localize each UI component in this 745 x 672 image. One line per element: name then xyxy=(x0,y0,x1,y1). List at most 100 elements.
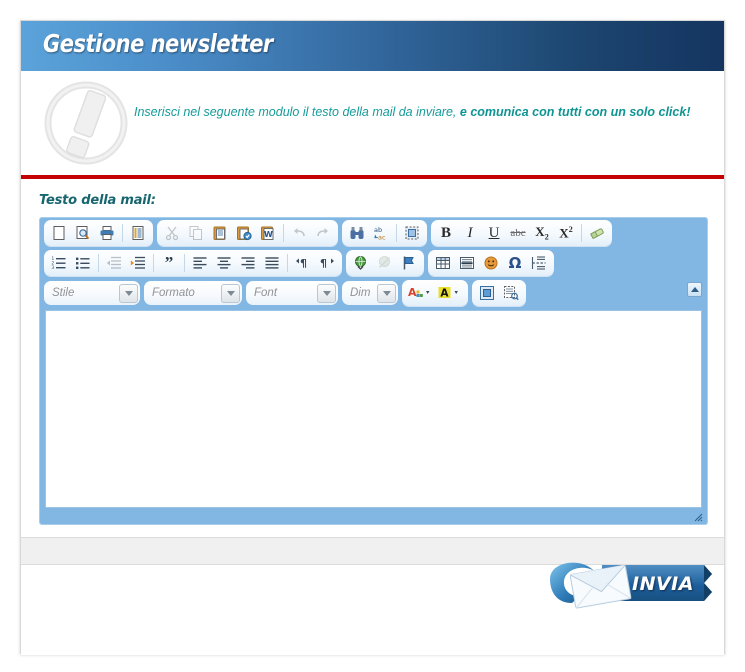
replace-button[interactable]: ab ac xyxy=(369,222,393,244)
show-blocks-icon xyxy=(504,286,519,301)
subscript-button[interactable]: X2 xyxy=(530,222,554,244)
text-direction-ltr-icon: ¶ xyxy=(296,257,307,270)
toolbar-group-tools xyxy=(472,280,526,306)
indent-button[interactable] xyxy=(126,252,150,274)
italic-icon: I xyxy=(467,224,473,241)
italic-button[interactable]: I xyxy=(458,222,482,244)
editor-footer xyxy=(40,508,707,524)
anchor-button[interactable] xyxy=(397,252,421,274)
blockquote-button[interactable]: ” xyxy=(157,252,181,274)
paste-text-icon xyxy=(237,226,252,241)
undo-arrow-icon xyxy=(294,228,305,237)
flag-anchor-icon xyxy=(403,256,414,270)
table-button[interactable] xyxy=(431,252,455,274)
chevron-down-icon xyxy=(221,283,240,303)
text-direction-rtl-icon: ¶ xyxy=(320,257,334,270)
align-left-button[interactable] xyxy=(188,252,212,274)
chevron-down-icon xyxy=(317,283,336,303)
paste-button[interactable] xyxy=(208,222,232,244)
show-blocks-button[interactable] xyxy=(499,282,523,304)
page-title: Gestione newsletter xyxy=(43,29,273,58)
paste-word-button[interactable]: W xyxy=(256,222,280,244)
toolbar-group-document xyxy=(44,220,153,246)
justify-button[interactable] xyxy=(260,252,284,274)
strike-button[interactable]: abc xyxy=(506,222,530,244)
paste-word-icon: W xyxy=(261,226,274,240)
copy-icon xyxy=(189,226,202,240)
text-color-button[interactable]: A xyxy=(405,282,435,304)
align-right-button[interactable] xyxy=(236,252,260,274)
rtl-button[interactable]: ¶ xyxy=(315,252,339,274)
toolbar-group-insert: Ω xyxy=(428,250,554,276)
underline-button[interactable]: U xyxy=(482,222,506,244)
select-all-icon xyxy=(405,226,419,240)
maximize-icon xyxy=(480,286,494,300)
bulleted-list-icon xyxy=(76,257,90,269)
toolbar-group-editing: ab ac xyxy=(342,220,427,246)
smiley-button[interactable] xyxy=(479,252,503,274)
special-char-button[interactable]: Ω xyxy=(503,252,527,274)
ltr-button[interactable]: ¶ xyxy=(291,252,315,274)
scissors-icon xyxy=(165,226,179,241)
separator xyxy=(184,254,185,272)
templates-button[interactable] xyxy=(126,222,150,244)
style-select-label: Stile xyxy=(52,287,75,299)
decrease-indent-icon xyxy=(106,256,121,269)
submit-zone: INVIA xyxy=(21,537,724,653)
rich-text-editor: W ab ac B I U abc X2 X2 1 2 3 ” ¶ ¶ Ω St… xyxy=(39,217,708,525)
cut-button[interactable] xyxy=(160,222,184,244)
preview-icon xyxy=(76,226,90,240)
send-button[interactable]: INVIA xyxy=(542,553,712,611)
style-select[interactable]: Stile xyxy=(44,281,140,305)
superscript-button[interactable]: X2 xyxy=(554,222,578,244)
undo-button[interactable] xyxy=(287,222,311,244)
background-color-icon: A xyxy=(438,287,458,300)
align-center-button[interactable] xyxy=(212,252,236,274)
smiley-icon xyxy=(484,256,498,270)
unlink-button[interactable] xyxy=(373,252,397,274)
underline-icon: U xyxy=(488,224,500,241)
print-button[interactable] xyxy=(95,222,119,244)
align-right-icon xyxy=(241,257,255,269)
toolbar-group-basic-styles: B I U abc X2 X2 xyxy=(431,220,612,246)
size-select[interactable]: Dim xyxy=(342,281,398,305)
new-page-button[interactable] xyxy=(47,222,71,244)
numbered-list-icon: 123 xyxy=(52,256,66,270)
paste-text-button[interactable] xyxy=(232,222,256,244)
format-select[interactable]: Formato xyxy=(144,281,242,305)
separator xyxy=(287,254,288,272)
bg-color-button[interactable]: A xyxy=(435,282,465,304)
horizontal-rule-button[interactable] xyxy=(455,252,479,274)
resize-grip-icon[interactable] xyxy=(691,510,703,522)
svg-text:A: A xyxy=(440,288,449,300)
copy-button[interactable] xyxy=(184,222,208,244)
remove-format-button[interactable] xyxy=(585,222,609,244)
align-center-icon xyxy=(217,257,231,269)
preview-button[interactable] xyxy=(71,222,95,244)
bold-button[interactable]: B xyxy=(434,222,458,244)
bulleted-list-button[interactable] xyxy=(71,252,95,274)
redo-button[interactable] xyxy=(311,222,335,244)
paste-icon xyxy=(213,226,226,240)
toolbar-group-paragraph: 123 ” ¶ ¶ xyxy=(44,250,342,276)
editor-content-area[interactable] xyxy=(45,310,702,508)
eraser-icon xyxy=(590,228,604,240)
link-button[interactable] xyxy=(349,252,373,274)
outdent-button[interactable] xyxy=(102,252,126,274)
page-break-button[interactable] xyxy=(527,252,551,274)
toolbar-row-1: W ab ac B I U abc X2 X2 xyxy=(40,218,707,248)
svg-text:¶: ¶ xyxy=(320,257,327,270)
toolbar-collapse-button[interactable] xyxy=(687,282,702,297)
new-page-icon xyxy=(53,226,65,240)
maximize-button[interactable] xyxy=(475,282,499,304)
font-select[interactable]: Font xyxy=(246,281,338,305)
separator xyxy=(396,224,397,242)
find-button[interactable] xyxy=(345,222,369,244)
svg-text:3: 3 xyxy=(52,265,55,270)
numbered-list-button[interactable]: 123 xyxy=(47,252,71,274)
select-all-button[interactable] xyxy=(400,222,424,244)
field-label: Testo della mail: xyxy=(39,193,156,208)
separator xyxy=(122,224,123,242)
table-icon xyxy=(436,257,450,269)
intro-strip: Inserisci nel seguente modulo il testo d… xyxy=(21,71,724,179)
